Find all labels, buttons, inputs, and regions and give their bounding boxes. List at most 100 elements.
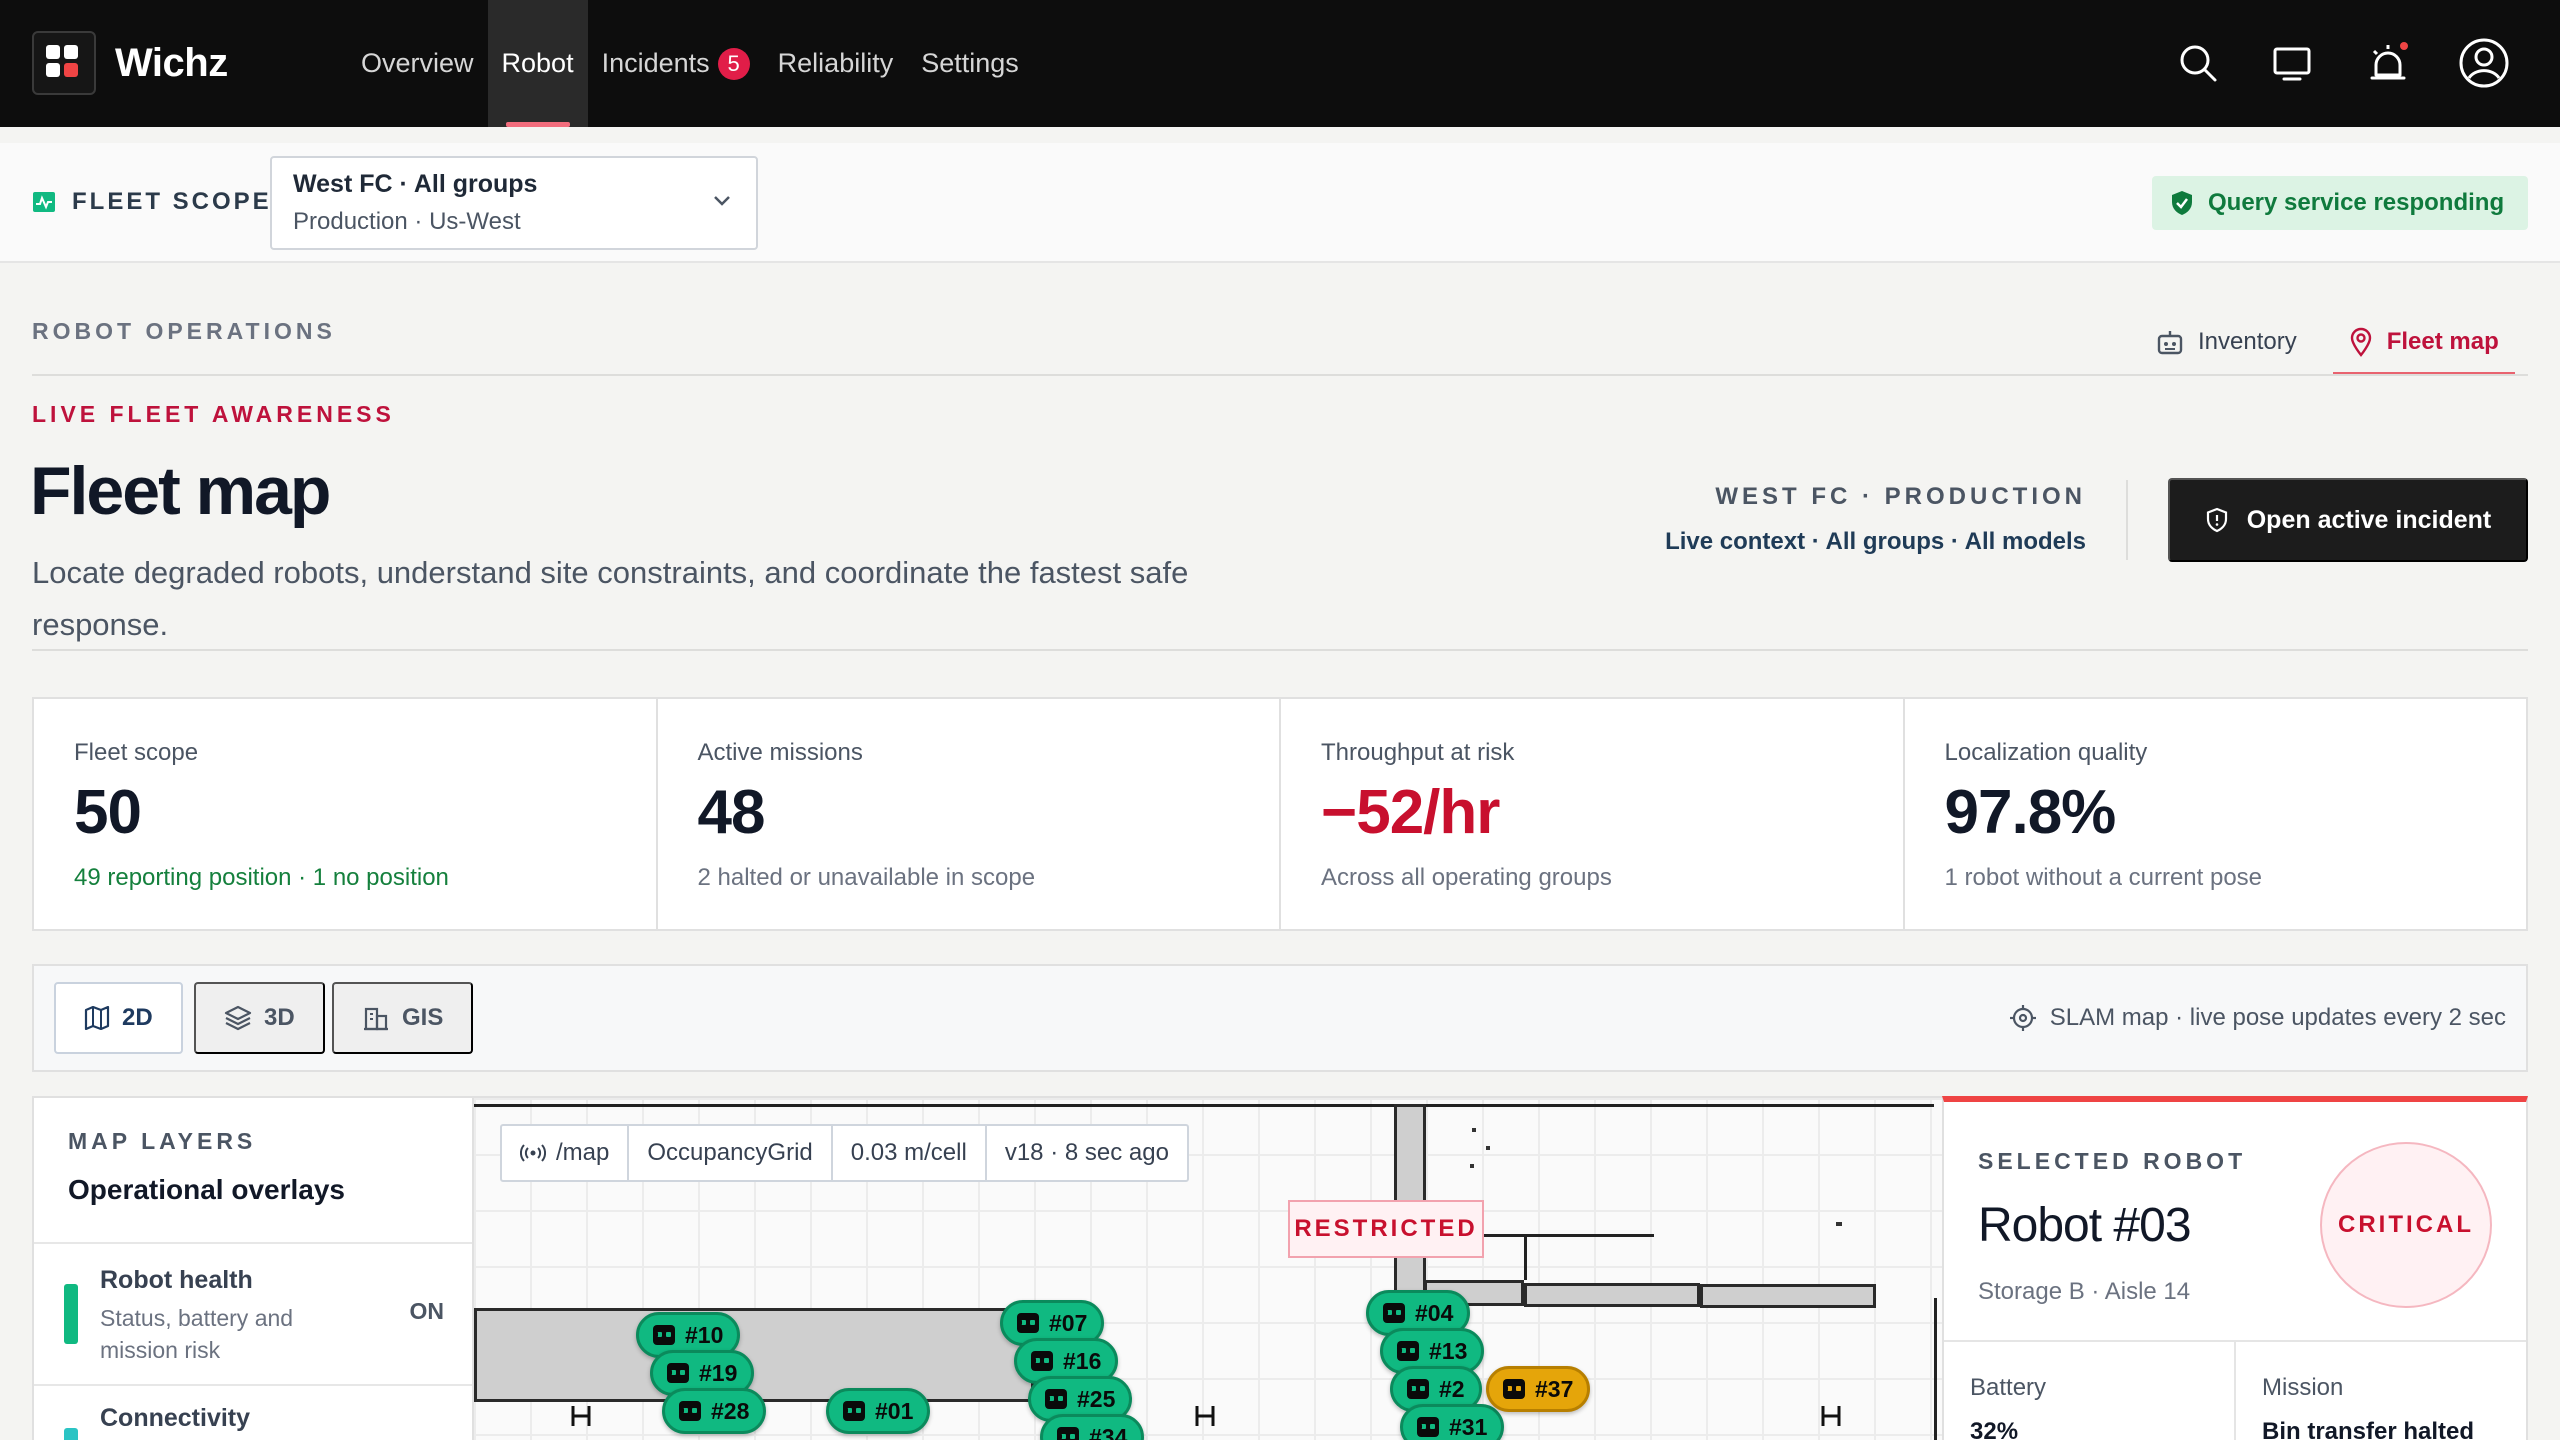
divider: [32, 374, 2528, 376]
battery-stat: Battery 32%: [1944, 1342, 2236, 1440]
kpi-value: −52/hr: [1321, 778, 1500, 847]
view-gis-button[interactable]: GIS: [332, 982, 474, 1054]
tab-inventory-label: Inventory: [2198, 328, 2297, 355]
divider: [2126, 480, 2128, 560]
slam-map-note: SLAM map · live pose updates every 2 sec: [2009, 1004, 2506, 1032]
page-title: Fleet map: [30, 453, 331, 529]
top-nav-bar: Wichz Overview Robot Incidents 5 Reliabil…: [0, 0, 2560, 127]
robot-icon: [667, 1363, 689, 1383]
selected-robot-name: Robot #03: [1978, 1199, 2192, 1252]
robot-marker[interactable]: #28: [662, 1388, 767, 1434]
layer-connectivity[interactable]: Connectivity: [34, 1384, 472, 1440]
layer-description: Status, battery and mission risk: [100, 1305, 294, 1363]
map-wall: [1524, 1234, 1527, 1280]
robot-marker-label: #10: [685, 1321, 724, 1348]
user-avatar-icon[interactable]: [2458, 37, 2510, 89]
map-aisle-block: [474, 1308, 1034, 1402]
fleet-scope-select[interactable]: West FC · All groups Production · Us-Wes…: [270, 156, 758, 250]
robot-icon: [1407, 1379, 1429, 1399]
nav-settings[interactable]: Settings: [907, 0, 1033, 127]
robot-marker[interactable]: #31: [1400, 1404, 1505, 1440]
view-3d-button[interactable]: 3D: [194, 982, 325, 1054]
chevron-down-icon: [714, 196, 730, 206]
brand-name: Wichz: [115, 41, 228, 85]
robot-marker-label: #31: [1449, 1413, 1488, 1440]
robot-icon: [2157, 331, 2183, 355]
kpi-fleet-scope: Fleet scope 50 49 reporting position · 1…: [34, 699, 658, 929]
open-incident-button[interactable]: Open active incident: [2168, 478, 2528, 562]
layer-toggle-state[interactable]: ON: [410, 1298, 445, 1325]
robot-marker-label: #16: [1063, 1347, 1102, 1374]
layers-eyebrow: MAP LAYERS: [68, 1128, 257, 1154]
alarm-icon[interactable]: [2366, 41, 2410, 85]
layer-name: Connectivity: [100, 1404, 251, 1432]
selected-robot-location: Storage B · Aisle 14: [1978, 1278, 2191, 1305]
robot-icon: [679, 1401, 701, 1421]
kpi-label: Active missions: [697, 739, 863, 766]
robot-marker[interactable]: #34: [1040, 1414, 1145, 1440]
robot-icon: [1397, 1341, 1419, 1361]
robot-marker-label: #25: [1077, 1385, 1116, 1412]
map-type: OccupancyGrid: [629, 1126, 833, 1180]
app-logo[interactable]: [32, 31, 96, 95]
robot-marker-label: #34: [1089, 1423, 1128, 1440]
crosshair-icon: [2009, 1005, 2036, 1031]
restricted-zone-label[interactable]: RESTRICTED: [1288, 1200, 1484, 1258]
mission-value: Bin transfer halted: [2262, 1418, 2475, 1440]
fleet-scope-label: FLEET SCOPE: [32, 188, 272, 216]
monitor-icon[interactable]: [2270, 41, 2314, 85]
layer-robot-health[interactable]: Robot health Status, battery and mission…: [34, 1242, 472, 1384]
map-icon: [84, 1006, 110, 1030]
scope-selected-primary: West FC · All groups: [293, 170, 538, 198]
query-status-badge: Query service responding: [2152, 176, 2528, 230]
robot-marker[interactable]: #01: [826, 1388, 931, 1434]
map-topic: /map: [502, 1126, 630, 1180]
kpi-note: 1 robot without a current pose: [1944, 864, 2263, 891]
shield-alert-icon: [2206, 507, 2227, 533]
divider: [32, 649, 2528, 651]
battery-value: 32%: [1970, 1418, 2019, 1440]
kpi-active-missions: Active missions 48 2 halted or unavailab…: [658, 699, 1281, 929]
scope-selected-secondary: Production · Us-West: [293, 208, 521, 235]
nav-settings-label: Settings: [921, 48, 1019, 78]
kpi-label: Fleet scope: [74, 739, 199, 766]
layer-color-indicator: [64, 1428, 78, 1440]
nav-incidents-label: Incidents: [601, 48, 710, 78]
map-scan-point: [1472, 1128, 1476, 1132]
incidents-count-badge: 5: [717, 47, 750, 80]
door-icon: [571, 1406, 591, 1426]
nav-reliability[interactable]: Reliability: [764, 0, 908, 127]
view-gis-label: GIS: [402, 1004, 444, 1031]
map-version: v18 · 8 sec ago: [1004, 1139, 1169, 1166]
robot-marker-warning[interactable]: #37: [1486, 1366, 1591, 1412]
broadcast-icon: [520, 1144, 546, 1162]
robot-marker-label: #37: [1535, 1375, 1574, 1402]
tab-inventory[interactable]: Inventory: [2140, 308, 2313, 376]
selected-robot-panel: SELECTED ROBOT Robot #03 Storage B · Ais…: [1942, 1096, 2528, 1440]
search-icon[interactable]: [2176, 41, 2220, 85]
layers-title: Operational overlays: [68, 1174, 346, 1205]
mission-label: Mission: [2262, 1374, 2344, 1401]
open-incident-label: Open active incident: [2246, 505, 2492, 534]
map-wall: [1934, 1298, 1937, 1440]
severity-badge: CRITICAL: [2320, 1142, 2492, 1308]
map-wall: [474, 1104, 1934, 1107]
activity-icon: [33, 192, 55, 212]
tab-fleet-map[interactable]: Fleet map: [2332, 308, 2515, 376]
kpi-note: Across all operating groups: [1321, 864, 1612, 891]
kpi-label: Localization quality: [1944, 739, 2148, 766]
nav-overview[interactable]: Overview: [347, 0, 488, 127]
context-subtitle: Live context · All groups · All models: [1665, 528, 2086, 555]
robot-icon: [1057, 1427, 1079, 1440]
robot-icon: [653, 1325, 675, 1345]
nav-incidents[interactable]: Incidents 5: [588, 0, 764, 127]
map-view-toolbar: 2D 3D GIS SLAM map · live pose updates e…: [32, 964, 2528, 1072]
fleet-map-canvas[interactable]: /map OccupancyGrid 0.03 m/cell v18 · 8 s…: [474, 1096, 1942, 1440]
section-eyebrow: ROBOT OPERATIONS: [32, 318, 336, 344]
nav-robot[interactable]: Robot: [487, 0, 588, 127]
nav-overview-label: Overview: [361, 48, 474, 78]
view-2d-button[interactable]: 2D: [54, 982, 183, 1054]
map-wall: [1524, 1283, 1700, 1307]
map-metadata-bar: /map OccupancyGrid 0.03 m/cell v18 · 8 s…: [500, 1124, 1189, 1182]
kpi-value: 97.8%: [1944, 778, 2117, 847]
